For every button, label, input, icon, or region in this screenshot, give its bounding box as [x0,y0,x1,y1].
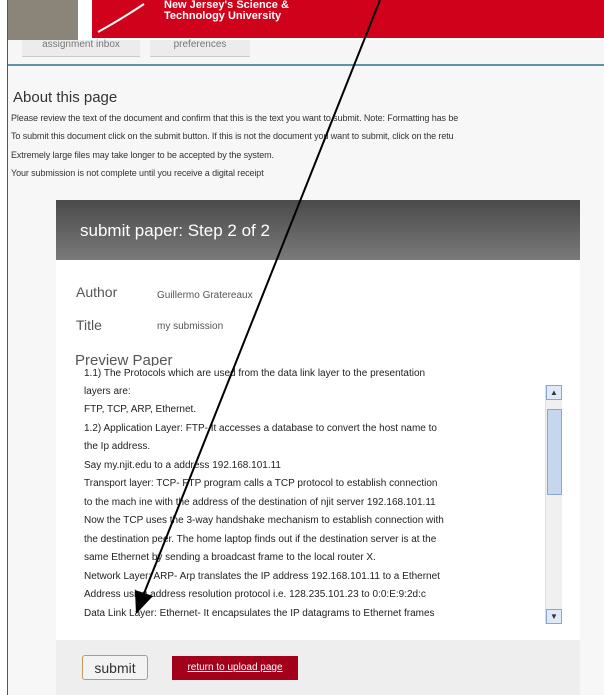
annotation-arrow [135,0,381,614]
